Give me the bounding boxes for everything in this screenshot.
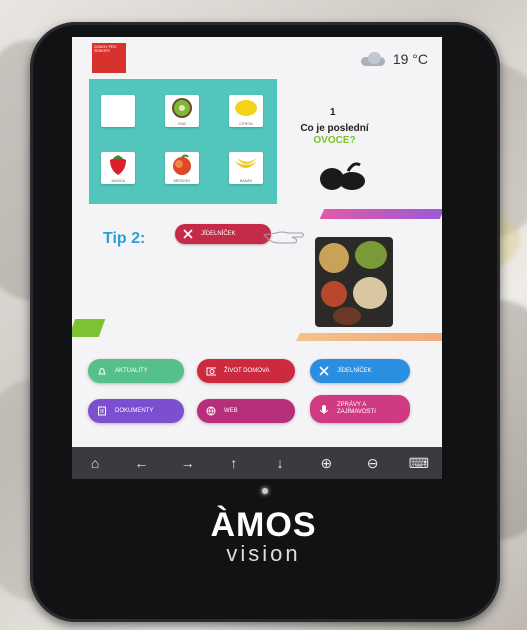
decor-stripe xyxy=(296,333,442,341)
cloud-icon xyxy=(359,52,387,66)
cutlery-icon xyxy=(319,366,329,376)
tile-label: CITRON xyxy=(239,122,253,126)
back-arrow-icon[interactable]: ← xyxy=(126,455,156,471)
kiwi-icon xyxy=(172,98,192,119)
scroll-up-icon[interactable]: ↑ xyxy=(219,455,249,471)
quiz-tile-peach[interactable]: BROSKEV xyxy=(165,152,199,184)
quiz-question: Co je poslední OVOCE? xyxy=(287,123,382,147)
zpravy-button[interactable]: ZPRÁVY A ZAJÍMAVOSTI xyxy=(310,395,410,423)
tile-label: KIWI xyxy=(178,122,186,126)
zoom-out-icon[interactable]: ⊖ xyxy=(358,455,388,472)
strawberry-icon xyxy=(110,155,126,176)
banana-icon xyxy=(235,158,257,169)
quiz-panel: KIWI CITRON JAHODA BROSKEV BANÁN xyxy=(89,79,277,204)
quiz-tile-lemon[interactable]: CITRON xyxy=(229,95,263,127)
brand-name: ÀMOS xyxy=(210,506,317,544)
home-logo[interactable]: DOMOV PRO SENIORY xyxy=(92,43,126,73)
jidelnicek-button[interactable]: JÍDELNÍČEK xyxy=(310,359,410,383)
tip-jidelnicek-button[interactable]: JÍDELNÍČEK xyxy=(175,224,271,244)
quiz-tile-strawberry[interactable]: JAHODA xyxy=(101,152,135,184)
weather-widget: 19 °C xyxy=(359,51,428,67)
decor-stripe xyxy=(72,319,106,337)
temperature: 19 °C xyxy=(392,51,428,67)
microphone-icon xyxy=(319,405,329,414)
web-button[interactable]: WEB xyxy=(197,399,295,423)
zivot-label: ŽIVOT DOMOVA xyxy=(224,367,270,374)
forward-arrow-icon[interactable]: → xyxy=(173,455,203,471)
food-photo xyxy=(315,237,393,327)
tip-label: Tip 2: xyxy=(103,230,146,247)
document-icon xyxy=(98,406,106,416)
dokumenty-label: DOKUMENTY xyxy=(115,407,154,414)
lemon-icon xyxy=(235,100,257,117)
quiz-tile-kiwi[interactable]: KIWI xyxy=(165,95,199,127)
quiz-tile-blank[interactable] xyxy=(101,95,135,127)
fruit-silhouette-icon xyxy=(320,162,365,190)
brand-sub: vision xyxy=(226,541,301,566)
tile-label: JAHODA xyxy=(110,179,126,183)
question-prefix: Co je poslední xyxy=(300,123,369,134)
keyboard-icon[interactable]: ⌨ xyxy=(404,455,434,472)
tile-label: BROSKEV xyxy=(173,179,191,183)
scroll-down-icon[interactable]: ↓ xyxy=(265,455,295,471)
web-label: WEB xyxy=(224,407,238,414)
brand-logo: ÀMOS vision xyxy=(0,506,527,567)
navigation-bar: ⌂ ← → ↑ ↓ ⊕ ⊖ ⌨ xyxy=(72,447,442,479)
aktuality-button[interactable]: AKTUALITY xyxy=(88,359,184,383)
tip-button-label: JÍDELNÍČEK xyxy=(201,231,236,237)
quiz-tile-banana[interactable]: BANÁN xyxy=(229,152,263,184)
front-camera xyxy=(262,488,268,494)
zoom-in-icon[interactable]: ⊕ xyxy=(311,455,341,472)
tile-label: BANÁN xyxy=(239,179,253,183)
dokumenty-button[interactable]: DOKUMENTY xyxy=(88,399,184,423)
cutlery-icon xyxy=(183,229,193,239)
camera-icon xyxy=(206,367,216,376)
zivot-domova-button[interactable]: ŽIVOT DOMOVA xyxy=(197,359,295,383)
bell-icon xyxy=(98,368,106,375)
home-icon[interactable]: ⌂ xyxy=(80,455,110,471)
globe-icon xyxy=(206,406,216,416)
peach-icon xyxy=(173,154,191,176)
quiz-number: 1 xyxy=(330,107,336,118)
question-highlight: OVOCE? xyxy=(313,135,356,146)
zpravy-label: ZPRÁVY A ZAJÍMAVOSTI xyxy=(337,402,376,415)
pointing-hand-icon xyxy=(262,231,304,244)
jidelnicek-label: JÍDELNÍČEK xyxy=(337,367,372,374)
touch-screen: DOMOV PRO SENIORY 19 °C KIWI CITRON JAHO… xyxy=(72,37,442,479)
aktuality-label: AKTUALITY xyxy=(115,367,148,374)
logo-text: DOMOV PRO SENIORY xyxy=(94,45,117,54)
decor-stripe xyxy=(319,209,442,219)
